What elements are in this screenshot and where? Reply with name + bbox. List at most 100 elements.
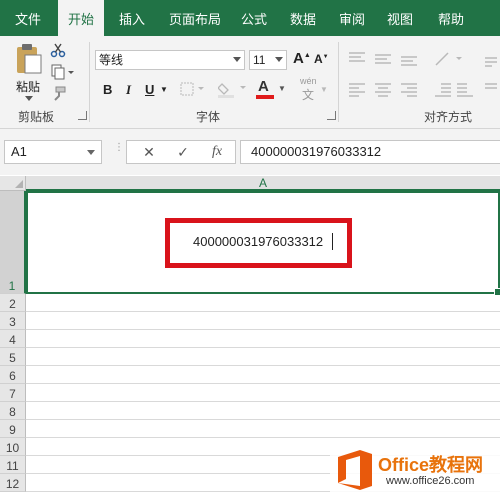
divider: [338, 42, 339, 122]
chevron-down-icon: [87, 150, 95, 155]
wrap-text-icon: [485, 57, 497, 89]
font-name-value: 等线: [99, 53, 124, 67]
ribbon-tab-bar: 文件 开始 插入 页面布局 公式 数据 审阅 视图 帮助: [0, 0, 500, 36]
row-header[interactable]: 7: [0, 384, 26, 402]
text-cursor: [332, 233, 333, 250]
phonetic-guide-button[interactable]: wén 文 ▼: [294, 76, 330, 102]
row-header[interactable]: 9: [0, 420, 26, 438]
font-color-button[interactable]: A ▼: [256, 78, 288, 100]
formula-input[interactable]: 400000031976033312: [240, 140, 500, 164]
horizontal-align-buttons[interactable]: [346, 80, 426, 98]
grow-font-button[interactable]: A▲: [293, 50, 311, 67]
grow-font-icon: A: [293, 50, 304, 67]
bold-button[interactable]: B: [103, 82, 112, 97]
paste-dropdown-icon[interactable]: [24, 94, 34, 102]
italic-button[interactable]: I: [126, 82, 131, 98]
font-group-label: 字体: [196, 110, 221, 124]
row-header[interactable]: 1: [0, 191, 26, 294]
tab-home[interactable]: 开始: [58, 0, 104, 36]
font-size-value: 11: [253, 53, 266, 67]
font-color-swatch: [256, 95, 274, 99]
phonetic-char-icon: 文: [302, 88, 315, 102]
tab-data[interactable]: 数据: [282, 0, 324, 36]
row-header[interactable]: 5: [0, 348, 26, 366]
shrink-font-icon: A: [314, 52, 323, 66]
font-launcher-icon[interactable]: .: [327, 111, 336, 120]
paste-label[interactable]: 粘贴: [16, 78, 40, 95]
drag-handle-icon[interactable]: ⋮: [114, 143, 124, 153]
align-top-middle-bottom-icon: [349, 52, 417, 66]
indent-buttons[interactable]: [432, 80, 476, 98]
clipboard-icon: [17, 44, 42, 74]
chevron-down-icon: ▼: [278, 84, 286, 93]
name-box[interactable]: A1: [4, 140, 102, 164]
gridline: [26, 383, 500, 384]
orientation-button[interactable]: [432, 50, 466, 68]
tab-view[interactable]: 视图: [380, 0, 420, 36]
align-left-center-right-icon: [349, 83, 417, 97]
gridline: [26, 329, 500, 330]
format-painter-button[interactable]: [48, 84, 68, 104]
cancel-icon[interactable]: ✕: [133, 141, 165, 163]
divider: [89, 42, 90, 122]
font-name-combo[interactable]: 等线: [95, 50, 245, 70]
chevron-down-icon: ▼: [320, 85, 328, 94]
borders-button[interactable]: [178, 80, 208, 98]
wrap-text-button[interactable]: [482, 50, 500, 98]
gridline: [26, 401, 500, 402]
fill-handle[interactable]: [494, 288, 500, 296]
scissors-icon: [50, 43, 66, 58]
gridline: [26, 347, 500, 348]
row-header[interactable]: 3: [0, 312, 26, 330]
gridline: [26, 365, 500, 366]
vertical-align-buttons[interactable]: [346, 50, 426, 68]
row-header[interactable]: 11: [0, 456, 26, 474]
border-icon: [180, 82, 204, 96]
watermark-url: www.office26.com: [386, 475, 475, 487]
row-header[interactable]: 12: [0, 474, 26, 492]
tab-formulas[interactable]: 公式: [234, 0, 274, 36]
name-box-value: A1: [11, 144, 27, 159]
phonetic-icon: wén: [300, 76, 317, 86]
row-header[interactable]: 6: [0, 366, 26, 384]
font-color-icon: A: [258, 78, 269, 95]
alignment-group-label: 对齐方式: [424, 110, 473, 124]
chevron-down-icon: [275, 57, 283, 62]
select-all-button[interactable]: [0, 176, 26, 191]
watermark-title: Office教程网: [378, 455, 484, 475]
row-header[interactable]: 2: [0, 294, 26, 312]
row-header[interactable]: 8: [0, 402, 26, 420]
shrink-font-button[interactable]: A▼: [314, 52, 329, 66]
ribbon-home: 粘贴 剪贴板 . 等线 11 A▲ A▼ B: [0, 36, 500, 129]
font-size-combo[interactable]: 11: [249, 50, 287, 70]
formula-buttons: ✕ ✓ fx: [126, 140, 236, 164]
tab-review[interactable]: 审阅: [332, 0, 372, 36]
gridline: [26, 311, 500, 312]
gridline: [26, 419, 500, 420]
tab-page-layout[interactable]: 页面布局: [162, 0, 228, 36]
enter-icon[interactable]: ✓: [167, 141, 199, 163]
column-header-a[interactable]: A: [26, 176, 500, 191]
clipboard-group-label: 剪贴板: [18, 110, 55, 124]
tab-help[interactable]: 帮助: [430, 0, 472, 36]
tab-file[interactable]: 文件: [6, 0, 50, 36]
cut-button[interactable]: [48, 40, 68, 60]
cell-a1-value: 400000031976033312: [193, 234, 324, 249]
chevron-down-icon[interactable]: ▼: [160, 85, 168, 94]
text-orientation-icon: [435, 52, 462, 66]
underline-button[interactable]: U: [145, 82, 154, 97]
paste-button[interactable]: [12, 42, 44, 76]
office-logo-icon: [338, 450, 372, 490]
row-header[interactable]: 10: [0, 438, 26, 456]
gridline: [26, 437, 500, 438]
watermark: Office教程网 www.office26.com: [330, 445, 500, 497]
tab-insert[interactable]: 插入: [110, 0, 154, 36]
insert-function-button[interactable]: fx: [201, 141, 233, 163]
row-header[interactable]: 4: [0, 330, 26, 348]
copy-icon: [51, 64, 74, 80]
clipboard-launcher-icon[interactable]: .: [78, 111, 87, 120]
fill-color-button[interactable]: [216, 79, 250, 99]
format-painter-icon: [54, 86, 66, 101]
paint-bucket-icon: [218, 83, 246, 98]
copy-button[interactable]: [48, 62, 76, 82]
